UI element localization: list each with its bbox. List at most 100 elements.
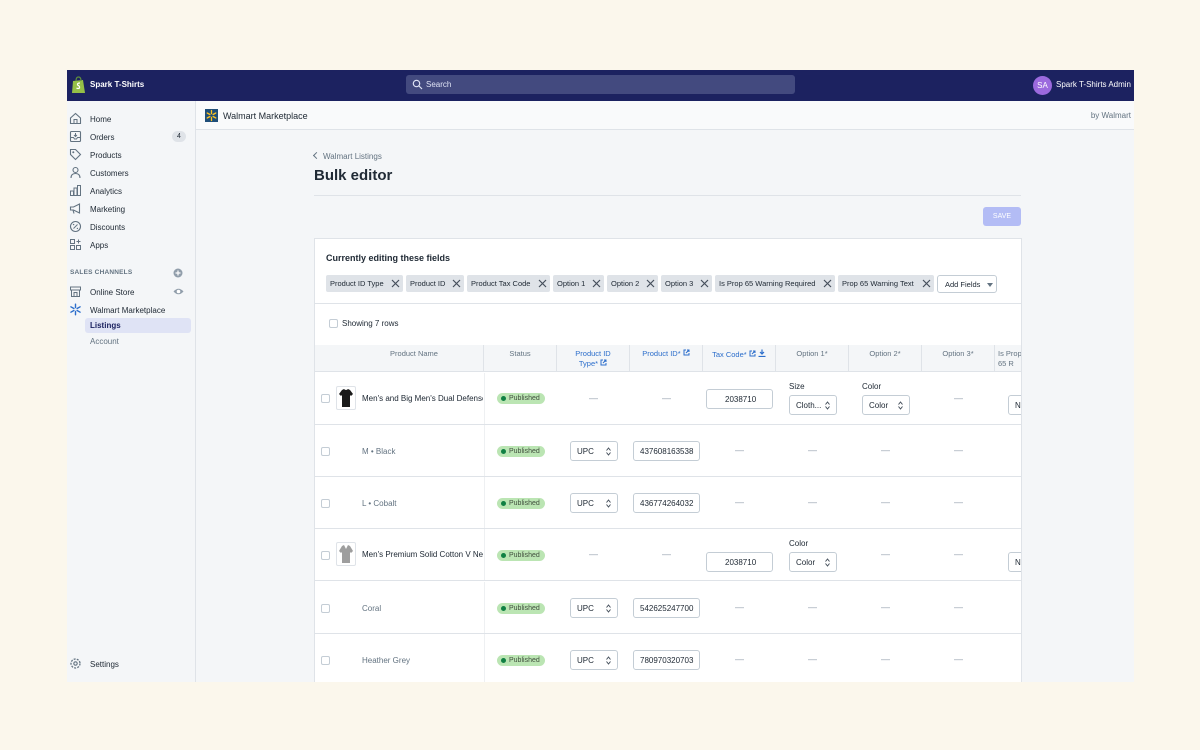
empty-cell: —: [735, 445, 744, 455]
product-id-input[interactable]: 436774264032: [633, 493, 700, 513]
column-header-tax-code[interactable]: Tax Code*: [703, 345, 776, 372]
close-icon[interactable]: [922, 279, 931, 288]
variant-name[interactable]: M • Black: [362, 447, 395, 456]
option-2-select[interactable]: Color: [862, 395, 910, 415]
sidebar-item-marketing[interactable]: Marketing: [67, 202, 195, 216]
add-fields-label: Add Fields: [945, 280, 981, 289]
top-bar: Spark T-Shirts Search SA Spark T-Shirts …: [67, 70, 1134, 101]
close-icon[interactable]: [592, 279, 601, 288]
add-fields-dropdown[interactable]: Add Fields: [937, 275, 997, 293]
variant-name[interactable]: Coral: [362, 604, 381, 613]
product-id-input[interactable]: 437608163538: [633, 441, 700, 461]
select-value: UPC: [577, 447, 594, 456]
product-id-type-select[interactable]: UPC: [570, 493, 618, 513]
input-value: 436774264032: [640, 499, 694, 508]
header-text: Product ID*: [642, 349, 681, 358]
product-id-input[interactable]: 542625247700: [633, 598, 700, 618]
close-icon[interactable]: [538, 279, 547, 288]
empty-cell: —: [954, 549, 963, 559]
close-icon[interactable]: [391, 279, 400, 288]
save-button[interactable]: SAVE: [983, 207, 1021, 226]
empty-cell: —: [662, 393, 671, 403]
sidebar-item-label: Home: [90, 115, 112, 124]
column-header-product-id-type[interactable]: Product ID Type*: [557, 345, 630, 372]
sidebar-subitem-listings[interactable]: Listings: [85, 318, 191, 333]
eye-icon[interactable]: [173, 287, 184, 296]
chip-label: Product Tax Code: [471, 279, 531, 288]
add-channel-plus-icon[interactable]: [173, 268, 183, 278]
column-header-product-name: Product Name: [315, 345, 484, 372]
store-name[interactable]: Spark T-Shirts: [90, 80, 144, 89]
select-value: UPC: [577, 604, 594, 613]
column-header-product-id[interactable]: Product ID*: [630, 345, 703, 372]
megaphone-icon: [69, 203, 81, 214]
sidebar-item-orders[interactable]: Orders 4: [67, 130, 195, 144]
external-link-icon: [683, 349, 690, 356]
product-id-type-select[interactable]: UPC: [570, 598, 618, 618]
close-icon[interactable]: [823, 279, 832, 288]
gear-icon: [70, 658, 81, 669]
breadcrumb-back-link[interactable]: Walmart Listings: [312, 151, 382, 161]
sidebar-item-customers[interactable]: Customers: [67, 166, 195, 180]
sidebar-item-discounts[interactable]: Discounts: [67, 220, 195, 234]
product-id-input[interactable]: 780970320703: [633, 650, 700, 670]
row-checkbox[interactable]: [321, 499, 330, 508]
field-chip-option-3: Option 3: [661, 275, 712, 292]
avatar[interactable]: SA: [1033, 76, 1052, 95]
close-icon[interactable]: [700, 279, 709, 288]
select-arrows-icon: [825, 401, 830, 410]
column-divider: [484, 529, 485, 580]
product-name[interactable]: Men's and Big Men's Dual Defense: [362, 394, 483, 403]
sidebar-item-label: Analytics: [90, 187, 123, 196]
input-value: 2038710: [725, 558, 757, 567]
product-id-type-select[interactable]: UPC: [570, 650, 618, 670]
chip-label: Is Prop 65 Warning Required: [719, 279, 816, 288]
search-bar[interactable]: Search: [406, 75, 795, 94]
row-checkbox[interactable]: [321, 551, 330, 560]
product-name[interactable]: Men's Premium Solid Cotton V Neck: [362, 550, 483, 559]
close-icon[interactable]: [452, 279, 461, 288]
row-checkbox[interactable]: [321, 394, 330, 403]
row-checkbox[interactable]: [321, 447, 330, 456]
tax-code-input[interactable]: 2038710: [706, 389, 773, 409]
sidebar-item-settings[interactable]: Settings: [67, 657, 195, 671]
apps-icon: [70, 239, 81, 250]
empty-cell: —: [735, 654, 744, 664]
empty-cell: —: [808, 445, 817, 455]
select-arrows-icon: [606, 604, 611, 613]
sidebar-item-apps[interactable]: Apps: [67, 238, 195, 252]
search-input[interactable]: Search: [426, 80, 451, 89]
shopify-bag-icon[interactable]: [71, 76, 86, 94]
select-arrows-icon: [898, 401, 903, 410]
variant-name[interactable]: L • Cobalt: [362, 499, 397, 508]
prop65-select[interactable]: No: [1008, 552, 1021, 572]
sidebar-item-home[interactable]: Home: [67, 112, 195, 126]
option-1-select[interactable]: Cloth...: [789, 395, 837, 415]
empty-cell: —: [881, 602, 890, 612]
header-label: Product ID Type*: [557, 349, 629, 369]
download-icon[interactable]: [758, 349, 766, 358]
row-checkbox[interactable]: [321, 604, 330, 613]
option-1-select[interactable]: Color: [789, 552, 837, 572]
header-label: Status: [509, 349, 531, 358]
field-chip-prop65-text: Prop 65 Warning Text: [838, 275, 934, 292]
prop65-select[interactable]: No: [1008, 395, 1021, 415]
sidebar-item-walmart-marketplace[interactable]: Walmart Marketplace: [67, 303, 195, 317]
product-thumbnail: [336, 386, 356, 410]
divider: [315, 303, 1021, 304]
sidebar-item-products[interactable]: Products: [67, 148, 195, 162]
select-value: Color: [869, 401, 889, 410]
variant-name[interactable]: Heather Grey: [362, 656, 410, 665]
bar-chart-icon: [70, 185, 81, 196]
sidebar-item-analytics[interactable]: Analytics: [67, 184, 195, 198]
status-badge: Published: [497, 550, 545, 561]
table-row: Heather Grey Published UPC 780970320703 …: [315, 634, 1021, 682]
row-checkbox[interactable]: [321, 656, 330, 665]
close-icon[interactable]: [646, 279, 655, 288]
sidebar-subitem-account[interactable]: Account: [85, 334, 191, 349]
chip-label: Option 1: [557, 279, 586, 288]
admin-name[interactable]: Spark T-Shirts Admin: [1056, 80, 1131, 89]
select-all-checkbox[interactable]: [329, 319, 338, 328]
tax-code-input[interactable]: 2038710: [706, 552, 773, 572]
product-id-type-select[interactable]: UPC: [570, 441, 618, 461]
